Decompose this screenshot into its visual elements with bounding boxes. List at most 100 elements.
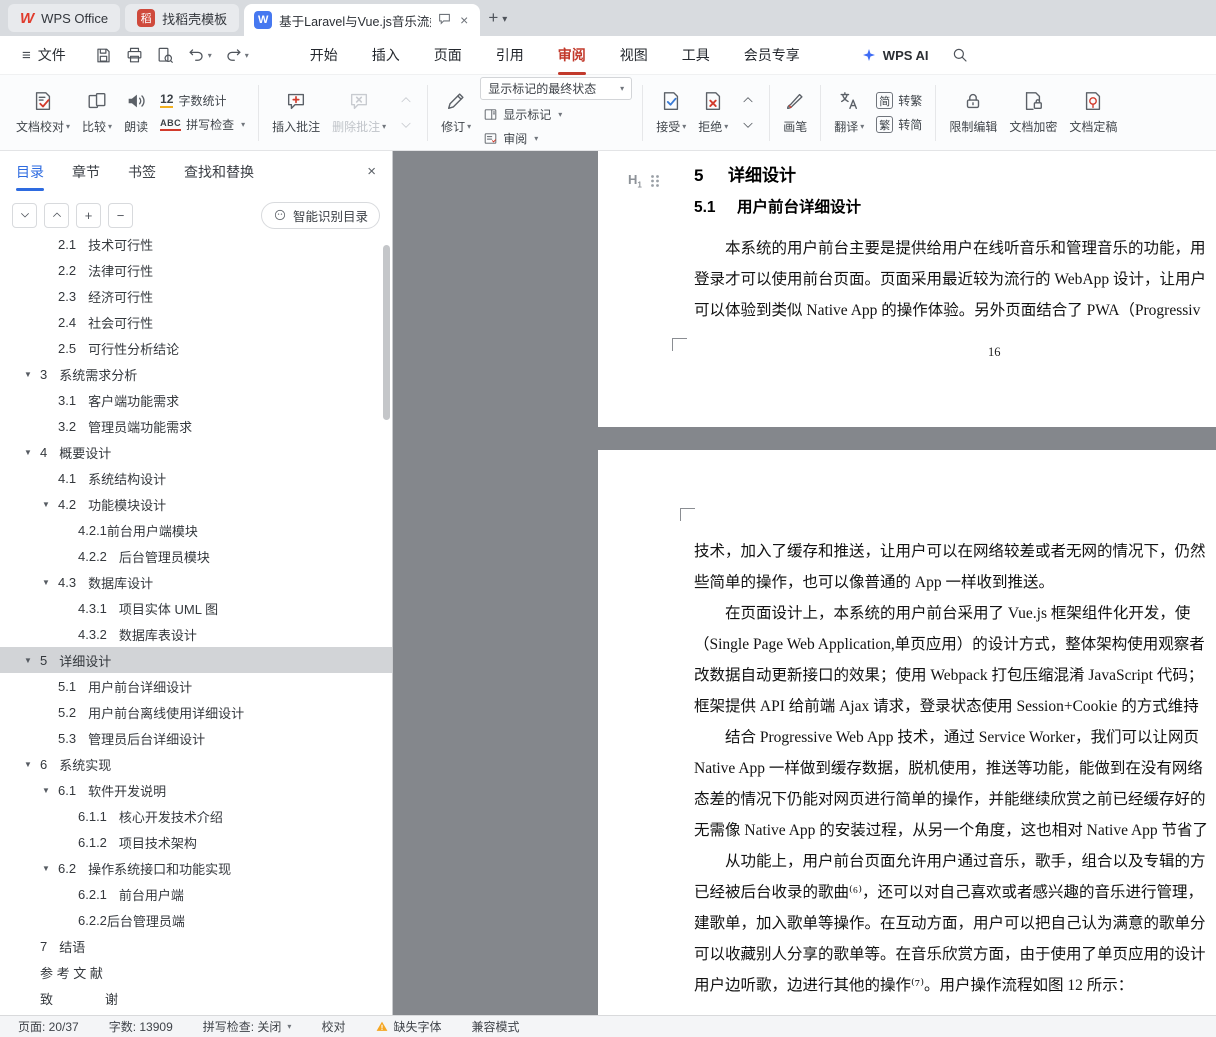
ink-pen-button[interactable]: 画笔 (777, 81, 813, 145)
toc-item[interactable]: ▼ 6 系统实现 (0, 751, 392, 777)
encrypt-document-button[interactable]: 文档加密 (1003, 81, 1063, 145)
toc-item[interactable]: 6.1.2 项目技术架构 (0, 829, 392, 855)
menu-tab-view[interactable]: 视图 (603, 35, 665, 75)
toc-item[interactable]: 4.2.1 前台用户端模块 (0, 517, 392, 543)
document-text-line[interactable]: 态差的情况下仍能对网页进行简单的操作，并能继续欣赏之前已经缓存好的 (694, 784, 1216, 815)
document-text-line[interactable]: 已经被后台收录的歌曲⁽⁶⁾，还可以对自己喜欢或者感兴趣的音乐进行管理， (694, 877, 1216, 908)
accept-change-button[interactable]: 接受 ▾ (650, 81, 692, 145)
tab-docer-template[interactable]: 稻 找稻壳模板 (125, 4, 240, 32)
document-text-line[interactable]: 本系统的用户前台主要是提供给用户在线听音乐和管理音乐的功能，用 (694, 233, 1216, 264)
compare-button[interactable]: 比较 ▾ (76, 81, 118, 145)
menu-tab-reference[interactable]: 引用 (479, 35, 541, 75)
menu-tab-member[interactable]: 会员专享 (727, 35, 817, 75)
document-page-17[interactable]: 技术，加入了缓存和推送，让用户可以在网络较差或者无网的情况下，仍然 些简单的操作，… (598, 450, 1216, 1015)
finalize-document-button[interactable]: 文档定稿 (1063, 81, 1123, 145)
translate-button[interactable]: 翻译 ▾ (828, 81, 870, 145)
heading-grip[interactable]: H1 (628, 172, 660, 190)
menu-tab-insert[interactable]: 插入 (355, 35, 417, 75)
subsection-heading[interactable]: 5.1 用户前台详细设计 (694, 193, 1216, 223)
sidebar-close-icon[interactable]: × (367, 163, 376, 180)
toc-item[interactable]: 3.1 客户端功能需求 (0, 387, 392, 413)
toc-item[interactable]: 2.2 法律可行性 (0, 257, 392, 283)
toc-expand-icon[interactable]: ▼ (24, 760, 40, 769)
word-count-button[interactable]: 12 字数统计 (157, 91, 248, 110)
toc-item[interactable]: ▼ 4.3 数据库设计 (0, 569, 392, 595)
document-text-line[interactable]: 从功能上，用户前台页面允许用户通过音乐，歌手，组合以及专辑的方 (694, 846, 1216, 877)
sidebar-tab-chapters[interactable]: 章节 (72, 151, 100, 193)
toc-collapse-all-button[interactable] (44, 202, 69, 228)
to-simplified-button[interactable]: 繁 转简 (873, 115, 925, 134)
document-text-line[interactable]: 可以收藏别人分享的歌单等。在音乐欣赏方面，由于使用了单页应用的设计 (694, 939, 1216, 970)
spell-check-button[interactable]: ABC 拼写检查 ▾ (157, 115, 248, 134)
toc-expand-icon[interactable]: ▼ (24, 656, 40, 665)
document-text-line[interactable]: 无需像 Native App 的安装过程，从另一个角度，这也相对 Native … (694, 815, 1216, 846)
toc-item[interactable]: ▼ 4.2 功能模块设计 (0, 491, 392, 517)
sidebar-tab-find-replace[interactable]: 查找和替换 (184, 151, 254, 193)
sidebar-tab-bookmarks[interactable]: 书签 (128, 151, 156, 193)
toc-expand-icon[interactable]: ▼ (24, 448, 40, 457)
print-preview-button[interactable] (152, 43, 179, 68)
toc-item[interactable]: 6.2.1 前台用户端 (0, 881, 392, 907)
doc-proofread-button[interactable]: 文档校对 ▾ (10, 81, 76, 145)
toc-item[interactable]: 5.2 用户前台离线使用详细设计 (0, 699, 392, 725)
toc-item[interactable]: 6.2.2 后台管理员端 (0, 907, 392, 933)
proofread-indicator[interactable]: 校对 (321, 1018, 345, 1035)
section-heading[interactable]: 5 详细设计 (694, 159, 1216, 193)
toc-item[interactable]: 致 谢 (0, 985, 392, 1011)
toc-item[interactable]: 5.1 用户前台详细设计 (0, 673, 392, 699)
page-indicator[interactable]: 页面: 20/37 (18, 1018, 79, 1035)
toc-expand-icon[interactable]: ▼ (42, 500, 58, 509)
markup-state-select[interactable]: 显示标记的最终状态 ▾ (480, 77, 633, 100)
toc-item[interactable]: 3.2 管理员端功能需求 (0, 413, 392, 439)
word-count-indicator[interactable]: 字数: 13909 (109, 1018, 173, 1035)
previous-change-button[interactable] (737, 90, 759, 110)
tab-list-chevron-icon[interactable]: ▾ (502, 14, 507, 25)
restrict-editing-button[interactable]: 限制编辑 (943, 81, 1003, 145)
toc-item[interactable]: 2.3 经济可行性 (0, 283, 392, 309)
wps-ai-button[interactable]: WPS AI (861, 47, 929, 63)
compatibility-mode-indicator[interactable]: 兼容模式 (471, 1018, 519, 1035)
toc-item[interactable]: 参 考 文 献 (0, 959, 392, 985)
document-text-line[interactable]: Native App 一样做到缓存数据，脱机使用，推送等功能，能做到在没有网络 (694, 753, 1216, 784)
smart-toc-button[interactable]: 智能识别目录 (260, 201, 380, 229)
toc-item[interactable]: 5.3 管理员后台详细设计 (0, 725, 392, 751)
toc-item[interactable]: 6.1.1 核心开发技术介绍 (0, 803, 392, 829)
toc-item[interactable]: ▼ 4 概要设计 (0, 439, 392, 465)
document-text-line[interactable]: 可以体验到类似 Native App 的操作体验。另外页面结合了 PWA（Pro… (694, 295, 1216, 326)
review-pane-button[interactable]: 审阅 ▾ (480, 129, 632, 148)
toc-item[interactable]: 2.5 可行性分析结论 (0, 335, 392, 361)
toc-item[interactable]: ▼ 6.1 软件开发说明 (0, 777, 392, 803)
menu-tab-home[interactable]: 开始 (293, 35, 355, 75)
document-text-line[interactable]: 建歌单，加入歌单等操作。在互动方面，用户可以把自己认为满意的歌单分 (694, 908, 1216, 939)
document-text-line[interactable]: 结合 Progressive Web App 技术，通过 Service Wor… (694, 722, 1216, 753)
toc-item[interactable]: ▼ 6.2 操作系统接口和功能实现 (0, 855, 392, 881)
next-change-button[interactable] (737, 115, 759, 135)
menu-tab-review-active[interactable]: 审阅 (541, 35, 603, 75)
toc-expand-all-button[interactable] (12, 202, 37, 228)
redo-button[interactable]: ▾ (220, 43, 253, 68)
reject-change-button[interactable]: 拒绝 ▾ (692, 81, 734, 145)
document-text-line[interactable]: 登录才可以使用前台页面。页面采用最近较为流行的 WebApp 设计，让用户 (694, 264, 1216, 295)
sidebar-scrollbar[interactable] (383, 245, 390, 420)
toc-expand-icon[interactable]: ▼ (42, 578, 58, 587)
toc-expand-icon[interactable]: ▼ (42, 786, 58, 795)
redo-dropdown-icon[interactable]: ▾ (245, 51, 249, 60)
new-tab-button[interactable]: + (488, 8, 498, 28)
save-button[interactable] (90, 43, 117, 68)
document-text-line[interactable]: 在页面设计上，本系统的用户前台采用了 Vue.js 框架组件化开发，使 (694, 598, 1216, 629)
insert-comment-button[interactable]: 插入批注 (266, 81, 326, 145)
document-text-line[interactable]: （Single Page Web Application,单页应用）的设计方式，… (694, 629, 1216, 660)
toc-item[interactable]: 4.1 系统结构设计 (0, 465, 392, 491)
toc-item[interactable]: ▼ 3 系统需求分析 (0, 361, 392, 387)
document-text-line[interactable]: 技术，加入了缓存和推送，让用户可以在网络较差或者无网的情况下，仍然 (694, 536, 1216, 567)
close-tab-icon[interactable]: × (458, 13, 470, 27)
toc-expand-icon[interactable]: ▼ (42, 864, 58, 873)
toc-item[interactable]: 4.2.2 后台管理员模块 (0, 543, 392, 569)
show-markup-button[interactable]: 显示标记 ▾ (480, 105, 632, 124)
menu-tab-tools[interactable]: 工具 (665, 35, 727, 75)
document-text-line[interactable]: 框架提供 API 给前端 Ajax 请求，登录状态使用 Session+Cook… (694, 691, 1216, 722)
document-text-line[interactable]: 用户边听歌，边进行其他的操作⁽⁷⁾。用户操作流程如图 12 所示： (694, 970, 1216, 1001)
toc-zoom-out-button[interactable]: − (108, 202, 133, 228)
document-page-16[interactable]: H1 5 详细设计 5.1 用户前台详细设计 本系统的用户前台主要是提供给用户在线听… (598, 151, 1216, 427)
menu-tab-page[interactable]: 页面 (417, 35, 479, 75)
